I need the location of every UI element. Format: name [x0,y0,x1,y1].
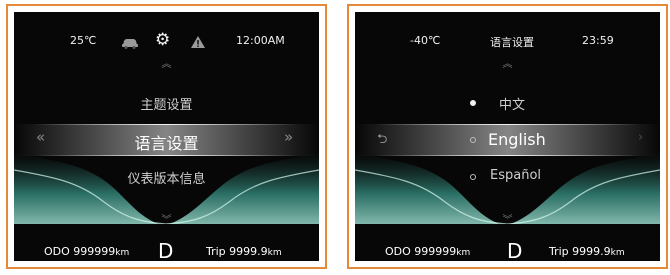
highlight-bottom-line [34,155,299,156]
radio-unchecked-icon[interactable] [470,137,476,143]
gear-indicator: D [158,239,174,261]
car-icon [122,39,138,49]
trip-label: Trip [206,245,226,258]
gear-indicator: D [507,239,523,261]
nav-right-icon[interactable]: › [638,130,643,145]
warning-icon [191,36,205,48]
highlight-top-line [375,124,640,125]
menu-item-theme-settings[interactable]: 主题设置 [14,94,319,113]
trip-value: 9999.9 [229,245,268,258]
instrument-cluster-settings-menu: 25℃ ⚙ 12:00AM ︽ 主题设置 « 语言设置 » 仪表版本信息 ︾ O… [6,4,327,269]
back-icon[interactable]: ⮌ [377,130,387,152]
screen-title: 语言设置 [490,36,534,49]
scroll-down-icon[interactable]: ︾ [355,216,660,226]
odometer: ODO 999999km [44,245,129,258]
radio-checked-icon[interactable] [470,100,476,106]
clock-readout: 12:00AM [236,34,285,47]
instrument-cluster-language-menu: -40℃ 语言设置 23:59 ︽ 中文 ⮌ English › Español… [347,4,668,269]
language-option-spanish[interactable]: Español [490,168,541,183]
trip-unit: km [610,248,625,258]
gear-icon[interactable]: ⚙ [155,30,170,50]
menu-item-version-info[interactable]: 仪表版本信息 [14,168,319,187]
trip-value: 9999.9 [572,245,611,258]
menu-item-language-settings[interactable]: 语言设置 [14,130,319,154]
odo-label: ODO [44,245,70,258]
radio-unchecked-icon[interactable] [470,174,476,180]
temperature-readout: 25℃ [70,34,97,47]
trip-meter: Trip 9999.9km [206,245,282,258]
odo-unit: km [456,248,471,258]
highlight-top-line [34,124,299,125]
temperature-readout: -40℃ [410,34,441,47]
scroll-up-icon[interactable]: ︽ [355,60,660,70]
cluster-screen: 25℃ ⚙ 12:00AM ︽ 主题设置 « 语言设置 » 仪表版本信息 ︾ O… [14,12,319,261]
clock-readout: 23:59 [582,34,614,47]
scroll-up-icon[interactable]: ︽ [14,60,319,70]
odo-label: ODO [385,245,411,258]
odo-value: 999999 [73,245,116,258]
language-option-chinese[interactable]: 中文 [499,94,525,113]
language-option-english[interactable]: English [488,130,546,149]
highlight-bottom-line [375,155,640,156]
nav-right-icon[interactable]: » [284,128,293,146]
odo-unit: km [115,248,130,258]
trip-unit: km [267,248,282,258]
odo-value: 999999 [414,245,457,258]
cluster-screen: -40℃ 语言设置 23:59 ︽ 中文 ⮌ English › Español… [355,12,660,261]
trip-label: Trip [549,245,569,258]
scroll-down-icon[interactable]: ︾ [14,216,319,226]
trip-meter: Trip 9999.9km [549,245,625,258]
odometer: ODO 999999km [385,245,470,258]
